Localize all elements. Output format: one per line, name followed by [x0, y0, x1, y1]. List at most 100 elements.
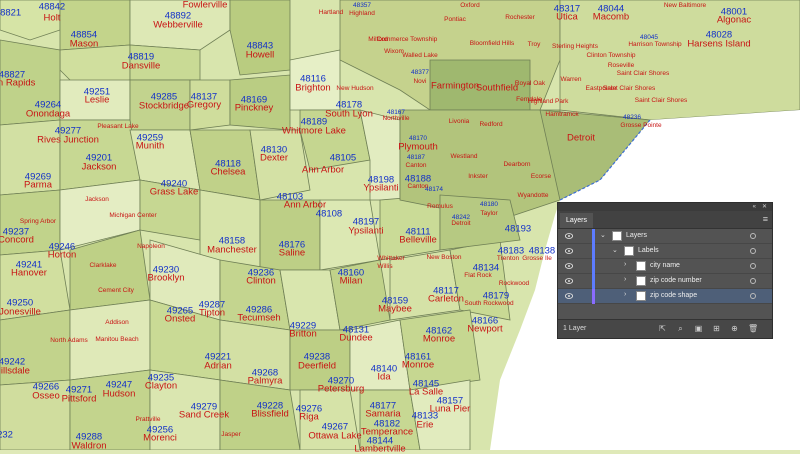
visibility-eye-icon[interactable]	[564, 263, 574, 269]
chevron-right-icon[interactable]: ›	[624, 276, 626, 283]
search-icon[interactable]: ⌕	[676, 324, 685, 333]
zip-code-label: 48108	[315, 208, 343, 220]
city-name-label: Pleasant Lake	[97, 122, 139, 130]
layer-name[interactable]: zip code number	[650, 277, 702, 284]
sublayer-icon[interactable]: ⊞	[712, 324, 721, 333]
city-name-label: Farmington	[430, 80, 480, 92]
city-name-label: Ypsilanti	[363, 182, 399, 194]
city-name-label: Monroe	[401, 359, 435, 371]
layer-name[interactable]: Labels	[638, 247, 659, 254]
city-name-label: Oxford	[460, 1, 480, 9]
layer-color-bar	[592, 274, 595, 289]
visibility-eye-icon[interactable]	[564, 278, 574, 284]
city-name-label: Detroit	[451, 219, 471, 227]
city-name-label: Redford	[479, 120, 503, 128]
city-name-label: Lambertville	[354, 443, 406, 454]
zip-code-label: 48842	[38, 1, 66, 13]
clip-icon[interactable]: ▣	[694, 324, 703, 333]
layer-row[interactable]: ⌄ Layers	[558, 229, 772, 244]
city-name-label: Sterling Heights	[552, 42, 598, 50]
layer-color-bar	[592, 289, 595, 304]
export-icon[interactable]: ⇱	[658, 324, 667, 333]
chevron-right-icon[interactable]: ›	[624, 291, 626, 298]
city-name-label: South Lyon	[325, 108, 373, 120]
city-name-label: Flat Rock	[464, 271, 492, 279]
city-name-label: North Adams	[50, 336, 88, 344]
visibility-eye-icon[interactable]	[564, 293, 574, 299]
city-name-label: Rockwood	[498, 279, 530, 287]
target-circle-icon[interactable]	[750, 263, 756, 269]
zip-code-label: 48105	[329, 152, 357, 164]
city-name-label: Clinton Township	[586, 51, 636, 59]
layer-thumbnail	[636, 261, 646, 271]
target-circle-icon[interactable]	[750, 293, 756, 299]
city-name-label: Grass Lake	[149, 186, 199, 198]
city-name-label: Michigan Center	[109, 211, 157, 219]
layer-color-bar	[592, 229, 595, 244]
city-name-label: Osseo	[32, 390, 60, 402]
panel-menu-icon[interactable]: ≡	[763, 214, 768, 224]
city-name-label: Onsted	[164, 313, 196, 325]
layers-panel[interactable]: « ✕ Layers ≡ ⌄ Layers ⌄ Labels › city name › zi…	[557, 202, 773, 339]
city-name-label: Erie	[416, 419, 434, 431]
city-name-label: Hanover	[11, 267, 47, 279]
city-name-label: Algonac	[716, 14, 752, 26]
city-name-label: Manchester	[207, 244, 257, 256]
target-circle-icon[interactable]	[750, 233, 756, 239]
city-name-label: Howell	[245, 49, 275, 61]
city-name-label: Ann Arbor	[301, 164, 345, 176]
city-name-label: Clayton	[144, 380, 178, 392]
city-name-label: Clinton	[246, 275, 276, 287]
city-name-label: Carleton	[428, 293, 464, 305]
city-name-label: Jonesville	[0, 306, 41, 318]
chevron-down-icon[interactable]: ⌄	[600, 231, 606, 239]
city-name-label: Deerfield	[297, 360, 337, 372]
new-layer-icon[interactable]: ⊕	[730, 324, 739, 333]
city-name-label: Jasper	[221, 430, 241, 438]
city-name-label: Onondaga	[25, 108, 71, 120]
chevron-down-icon[interactable]: ⌄	[612, 246, 618, 254]
city-name-label: Chelsea	[210, 166, 246, 178]
layer-row[interactable]: › zip code number	[558, 274, 772, 289]
city-name-label: Parma	[24, 179, 52, 191]
city-name-label: South Rockwood	[464, 299, 514, 307]
collapse-icon[interactable]: «	[753, 203, 756, 211]
chevron-right-icon[interactable]: ›	[624, 261, 626, 268]
layer-thumbnail	[636, 276, 646, 286]
panel-titlebar[interactable]: « ✕	[558, 203, 772, 211]
city-name-label: Harrison Township	[628, 40, 682, 48]
target-circle-icon[interactable]	[750, 278, 756, 284]
city-name-label: Manitou Beach	[95, 335, 139, 343]
target-circle-icon[interactable]	[750, 248, 756, 254]
city-name-label: Saline	[278, 247, 306, 259]
city-name-label: Rives Junction	[37, 134, 99, 146]
city-name-label: Royal Oak	[514, 79, 546, 87]
city-name-label: Hamtramck	[545, 110, 579, 118]
trash-icon[interactable]: 🗑	[748, 324, 758, 333]
city-name-label: Cement City	[98, 286, 134, 294]
city-name-label: Fowlerville	[182, 0, 228, 11]
city-name-label: Highland	[349, 9, 375, 17]
city-name-label: Wixom	[384, 47, 404, 55]
layer-row[interactable]: › city name	[558, 259, 772, 274]
city-name-label: Pontiac	[444, 15, 466, 23]
layer-row[interactable]: › zip code shape	[558, 289, 772, 304]
layer-name[interactable]: Layers	[626, 232, 647, 239]
tab-layers[interactable]: Layers	[560, 213, 594, 228]
city-name-label: on Rapids	[0, 77, 36, 89]
visibility-eye-icon[interactable]	[564, 233, 574, 239]
city-name-label: Tipton	[198, 307, 226, 319]
zip-code-label: 232	[0, 429, 13, 441]
city-name-label: Mason	[69, 38, 99, 50]
layer-count: 1 Layer	[563, 325, 587, 332]
city-name-label: Taylor	[480, 209, 498, 217]
visibility-eye-icon[interactable]	[564, 248, 574, 254]
layer-thumbnail	[624, 246, 634, 256]
layer-name[interactable]: zip code shape	[650, 292, 697, 299]
city-name-label: Riga	[299, 411, 319, 423]
close-icon[interactable]: ✕	[762, 203, 767, 211]
layer-row[interactable]: ⌄ Labels	[558, 244, 772, 259]
city-name-label: Belleville	[399, 234, 437, 246]
layer-name[interactable]: city name	[650, 262, 680, 269]
city-name-label: Ypsilanti	[348, 225, 384, 237]
